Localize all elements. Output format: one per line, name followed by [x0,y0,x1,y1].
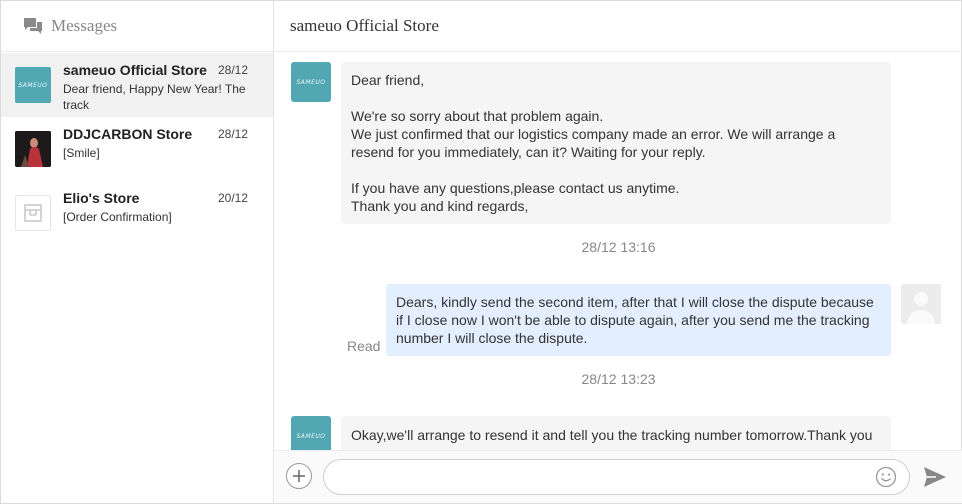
store-avatar [15,131,51,167]
message-input[interactable] [324,460,864,494]
plus-icon [293,470,305,482]
store-logo-text: SAMEUO [296,78,326,86]
message-text: Dears, kindly send the second item, afte… [396,294,874,346]
conversation-name: DDJCARBON Store [63,126,193,142]
conversation-preview: [Smile] [63,146,100,160]
message-input-wrapper [323,459,910,495]
read-status: Read [347,338,381,354]
chat-title: sameuo Official Store [290,16,439,35]
conversation-item-ddjcarbon[interactable]: DDJCARBON Store 28/12 [Smile] [1,117,273,181]
message-timestamp: 28/12 13:16 [581,239,656,255]
conversation-item-elio[interactable]: Elio's Store 20/12 [Order Confirmation] [1,181,273,245]
conversation-preview: [Order Confirmation] [63,210,172,224]
messages-window: Messages SAMEUO sameuo Official Store 28… [0,0,962,504]
conversation-sidebar: Messages SAMEUO sameuo Official Store 28… [1,1,274,503]
store-avatar: SAMEUO [291,416,331,450]
sidebar-header: Messages [1,1,273,52]
store-avatar: SAMEUO [291,62,331,102]
send-icon[interactable] [923,466,947,488]
store-logo-text: SAMEUO [296,432,326,440]
default-user-icon [901,284,941,324]
conversation-date: 28/12 [218,63,249,77]
message-text: Dear friend, We're so sorry about that p… [351,72,836,214]
user-avatar [901,284,941,324]
message-bubble-incoming: Okay,we'll arrange to resend it and tell… [341,416,891,450]
conversation-date: 20/12 [218,191,249,205]
message-composer [275,450,962,503]
chat-bubbles-icon [24,18,42,34]
message-bubble-incoming: Dear friend, We're so sorry about that p… [341,62,891,224]
conversation-name: Elio's Store [63,190,140,206]
conversation-date: 28/12 [218,127,249,141]
message-list[interactable]: SAMEUO Dear friend, We're so sorry about… [275,53,962,450]
store-photo-icon [15,131,51,167]
conversation-preview: Dear friend, Happy New Year! The track [63,82,246,112]
sidebar-title: Messages [51,16,118,35]
chat-panel: sameuo Official Store SAMEUO Dear friend… [275,1,962,503]
emoji-icon[interactable] [875,466,897,488]
chat-header: sameuo Official Store [275,1,962,52]
store-avatar: SAMEUO [15,67,51,103]
store-logo-text: SAMEUO [18,81,48,89]
conversation-item-sameuo[interactable]: SAMEUO sameuo Official Store 28/12 Dear … [1,53,273,117]
message-text: Okay,we'll arrange to resend it and tell… [351,427,873,443]
store-avatar [15,195,51,231]
message-bubble-outgoing: Dears, kindly send the second item, afte… [386,284,891,356]
store-icon [24,204,42,222]
conversation-name: sameuo Official Store [63,62,207,78]
add-attachment-button[interactable] [286,463,312,489]
message-timestamp: 28/12 13:23 [581,371,656,387]
